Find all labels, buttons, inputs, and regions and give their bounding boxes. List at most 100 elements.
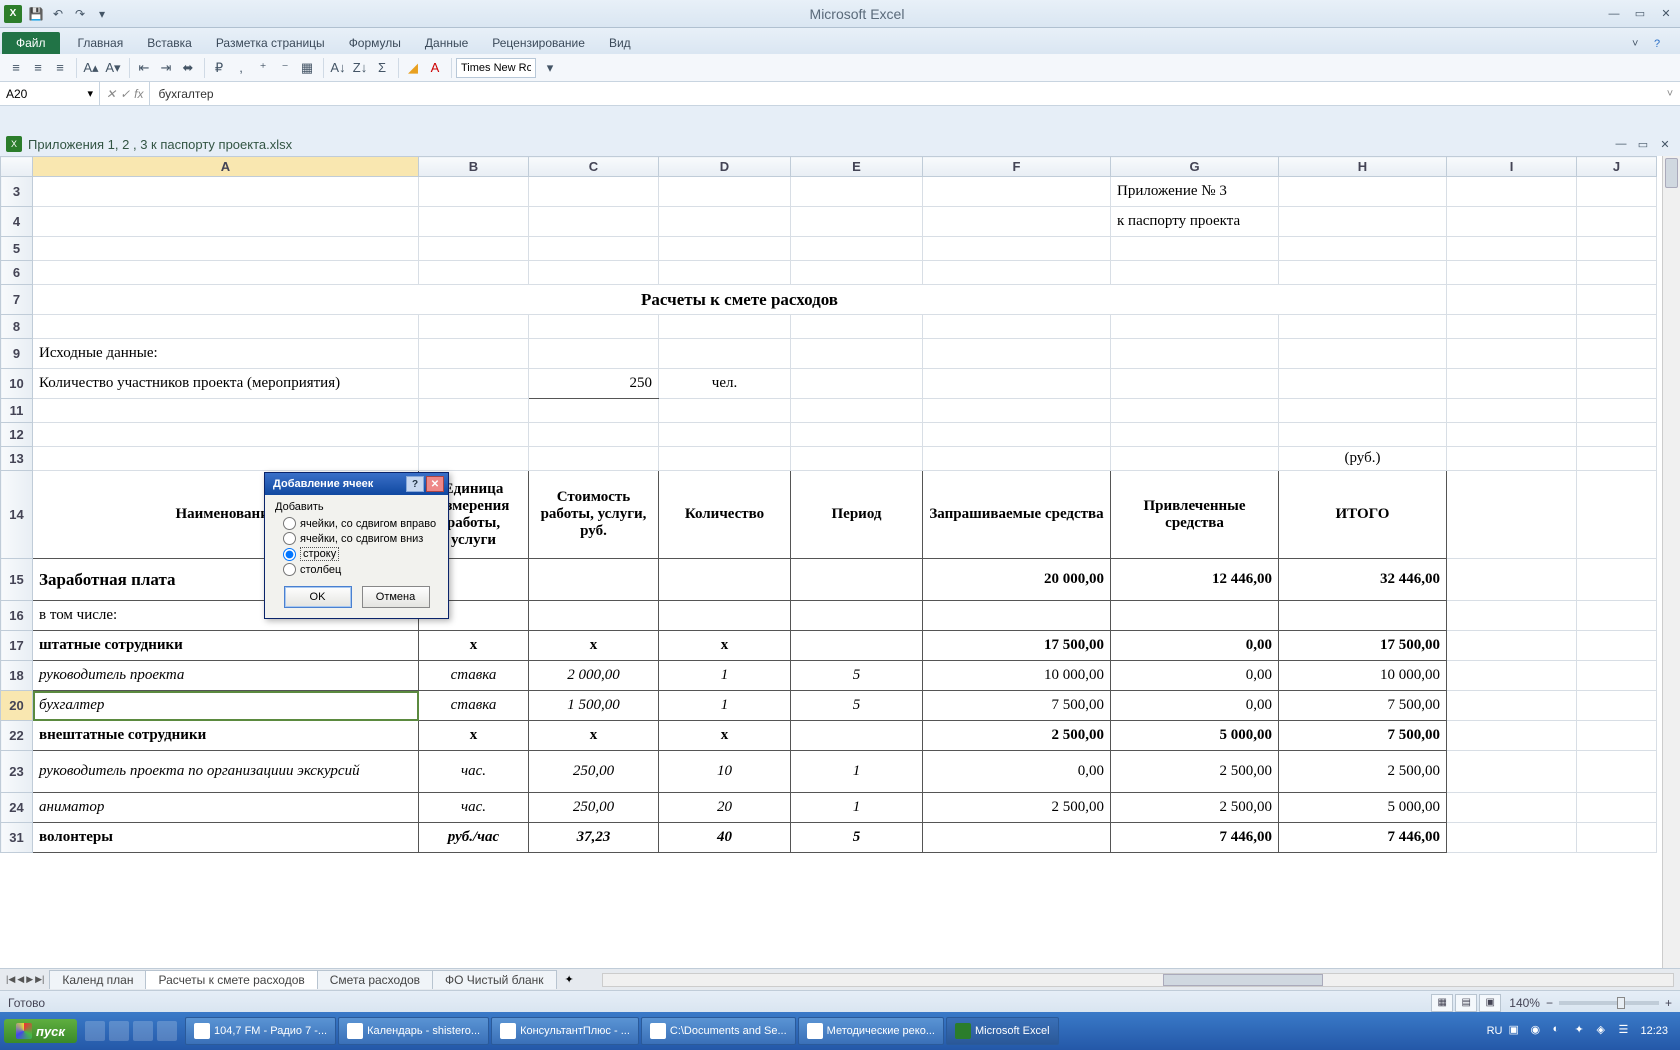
dialog-close-icon[interactable]: ✕ — [426, 476, 444, 492]
selected-cell[interactable]: бухгалтер — [33, 691, 419, 721]
ribbon-tab-layout[interactable]: Разметка страницы — [204, 32, 337, 54]
tab-nav-first-icon[interactable]: |◀ — [6, 974, 15, 985]
align-center-icon[interactable]: ≡ — [28, 58, 48, 78]
cell[interactable]: 40 — [659, 823, 791, 853]
indent-increase-icon[interactable]: ⇥ — [156, 58, 176, 78]
cell[interactable]: 2 500,00 — [923, 793, 1111, 823]
qat-more-icon[interactable]: ▾ — [94, 6, 110, 22]
header-cell[interactable]: ИТОГО — [1279, 471, 1447, 559]
header-cell[interactable]: Стоимость работы, услуги, руб. — [529, 471, 659, 559]
cell[interactable]: 7 500,00 — [923, 691, 1111, 721]
enter-formula-icon[interactable]: ✓ — [120, 87, 130, 101]
cell[interactable]: 0,00 — [1111, 691, 1279, 721]
dialog-help-icon[interactable]: ? — [406, 476, 424, 492]
radio-label[interactable]: столбец — [300, 564, 341, 576]
tab-nav-next-icon[interactable]: ▶ — [26, 974, 33, 985]
sort-asc-icon[interactable]: A↓ — [328, 58, 348, 78]
cell[interactable]: ставка — [419, 691, 529, 721]
cell[interactable]: чел. — [659, 369, 791, 399]
undo-icon[interactable]: ↶ — [50, 6, 66, 22]
row-header[interactable]: 13 — [1, 447, 33, 471]
header-cell[interactable]: Период — [791, 471, 923, 559]
col-header-E[interactable]: E — [791, 157, 923, 177]
cell[interactable]: 2 500,00 — [1111, 751, 1279, 793]
cell[interactable]: x — [529, 631, 659, 661]
align-left-icon[interactable]: ≡ — [6, 58, 26, 78]
row-header[interactable]: 31 — [1, 823, 33, 853]
cell[interactable]: ставка — [419, 661, 529, 691]
cell[interactable]: руб./час — [419, 823, 529, 853]
scrollbar-thumb[interactable] — [1665, 158, 1678, 188]
sheet-tab[interactable]: Календ план — [49, 970, 146, 989]
cancel-formula-icon[interactable]: ✕ — [106, 87, 116, 101]
fx-icon[interactable]: fx — [134, 87, 143, 101]
cell[interactable]: 5 — [791, 661, 923, 691]
cell[interactable]: 5 000,00 — [1111, 721, 1279, 751]
radio-label[interactable]: ячейки, со сдвигом вправо — [300, 518, 436, 530]
cell[interactable]: 7 446,00 — [1111, 823, 1279, 853]
cell[interactable]: 2 500,00 — [923, 721, 1111, 751]
taskbar-button[interactable]: Методические реко... — [798, 1017, 944, 1045]
cell[interactable]: 1 — [659, 691, 791, 721]
quick-launch-icon[interactable] — [133, 1021, 153, 1041]
row-header[interactable]: 24 — [1, 793, 33, 823]
cancel-button[interactable]: Отмена — [362, 586, 430, 608]
fill-color-icon[interactable]: ◢ — [403, 58, 423, 78]
row-header[interactable]: 16 — [1, 601, 33, 631]
cell[interactable]: 1 — [659, 661, 791, 691]
radio-entire-row[interactable] — [283, 548, 296, 561]
cell[interactable]: руководитель проекта — [33, 661, 419, 691]
cell[interactable]: 17 500,00 — [923, 631, 1111, 661]
col-header-B[interactable]: B — [419, 157, 529, 177]
col-header-A[interactable]: A — [33, 157, 419, 177]
save-icon[interactable]: 💾 — [28, 6, 44, 22]
cell[interactable]: волонтеры — [33, 823, 419, 853]
view-pagebreak-icon[interactable]: ▣ — [1479, 994, 1501, 1012]
cell[interactable]: Количество участников проекта (мероприят… — [33, 369, 419, 399]
row-header[interactable]: 15 — [1, 559, 33, 601]
ribbon-tab-home[interactable]: Главная — [66, 32, 136, 54]
row-header[interactable]: 22 — [1, 721, 33, 751]
restore-icon[interactable]: ▭ — [1630, 6, 1650, 22]
ribbon-tab-data[interactable]: Данные — [413, 32, 480, 54]
comma-icon[interactable]: , — [231, 58, 251, 78]
cell[interactable]: x — [529, 721, 659, 751]
ribbon-minimize-icon[interactable]: ˅ — [1632, 38, 1648, 54]
col-header-H[interactable]: H — [1279, 157, 1447, 177]
cell[interactable]: 7 500,00 — [1279, 721, 1447, 751]
taskbar-button[interactable]: Календарь - shistero... — [338, 1017, 489, 1045]
tray-icon[interactable]: ✦ — [1574, 1023, 1590, 1039]
cell[interactable]: x — [659, 631, 791, 661]
align-right-icon[interactable]: ≡ — [50, 58, 70, 78]
cell[interactable]: 1 — [791, 793, 923, 823]
cell[interactable]: 2 500,00 — [1111, 793, 1279, 823]
minimize-icon[interactable]: — — [1604, 6, 1624, 22]
header-cell[interactable]: Количество — [659, 471, 791, 559]
radio-label[interactable]: строку — [300, 547, 339, 561]
cell[interactable]: 17 500,00 — [1279, 631, 1447, 661]
row-header[interactable]: 10 — [1, 369, 33, 399]
cell[interactable]: к паспорту проекта — [1111, 207, 1279, 237]
cell[interactable]: 250 — [529, 369, 659, 399]
taskbar-button[interactable]: C:\Documents and Se... — [641, 1017, 796, 1045]
sheet-tab[interactable]: Смета расходов — [317, 970, 433, 989]
ribbon-tab-formulas[interactable]: Формулы — [337, 32, 413, 54]
radio-shift-down[interactable] — [283, 532, 296, 545]
file-tab[interactable]: Файл — [2, 32, 60, 54]
cell[interactable]: 10 000,00 — [923, 661, 1111, 691]
tray-icon[interactable]: ◐ — [1552, 1023, 1568, 1039]
name-box-dropdown-icon[interactable]: ▾ — [87, 87, 93, 100]
wb-minimize-icon[interactable]: — — [1612, 136, 1630, 152]
row-header[interactable]: 14 — [1, 471, 33, 559]
cell[interactable]: 1 — [791, 751, 923, 793]
cell[interactable]: 1 500,00 — [529, 691, 659, 721]
clock[interactable]: 12:23 — [1640, 1025, 1668, 1037]
font-color-icon[interactable]: A — [425, 58, 445, 78]
start-button[interactable]: пуск — [4, 1019, 77, 1043]
scrollbar-thumb[interactable] — [1163, 974, 1323, 986]
cell[interactable]: 250,00 — [529, 793, 659, 823]
redo-icon[interactable]: ↷ — [72, 6, 88, 22]
row-header[interactable]: 20 — [1, 691, 33, 721]
merge-cells-icon[interactable]: ⬌ — [178, 58, 198, 78]
cell[interactable]: x — [659, 721, 791, 751]
